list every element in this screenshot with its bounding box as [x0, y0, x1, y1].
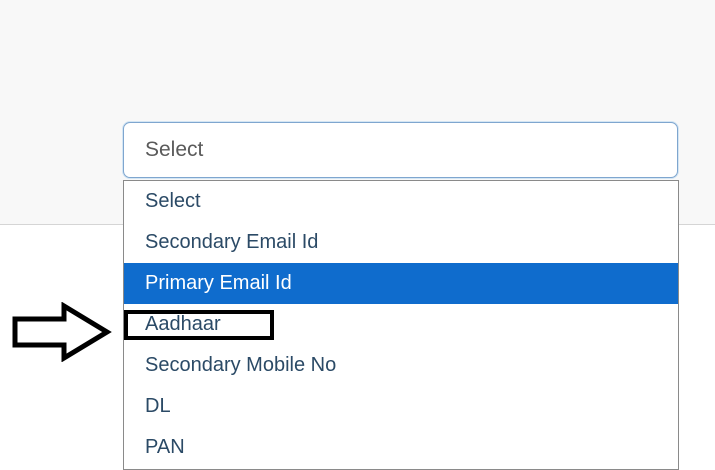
option-select[interactable]: Select	[124, 181, 678, 222]
id-type-select[interactable]: Select	[123, 122, 678, 178]
option-secondary-email-id[interactable]: Secondary Email Id	[124, 222, 678, 263]
option-pan[interactable]: PAN	[124, 427, 678, 468]
option-secondary-mobile-no[interactable]: Secondary Mobile No	[124, 345, 678, 386]
option-primary-email-id[interactable]: Primary Email Id	[124, 263, 678, 304]
right-arrow-icon	[12, 302, 112, 362]
select-current-value: Select	[145, 138, 204, 161]
dropdown-list[interactable]: Select Secondary Email Id Primary Email …	[123, 180, 679, 470]
option-dl[interactable]: DL	[124, 386, 678, 427]
option-aadhaar[interactable]: Aadhaar	[124, 304, 678, 345]
